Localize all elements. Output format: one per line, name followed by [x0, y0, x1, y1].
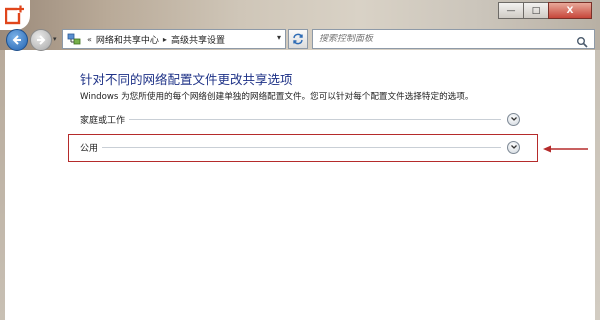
- address-bar[interactable]: « 网络和共享中心 ▸ 高级共享设置 ▾: [62, 29, 286, 49]
- search-icon[interactable]: [576, 33, 588, 52]
- page-title: 针对不同的网络配置文件更改共享选项: [80, 72, 293, 87]
- section-public[interactable]: 公用: [80, 139, 520, 155]
- search-box[interactable]: [312, 29, 595, 49]
- minimize-button[interactable]: —: [498, 2, 524, 19]
- chevron-down-icon: [510, 145, 517, 149]
- breadcrumb-overflow[interactable]: «: [87, 35, 92, 44]
- back-button[interactable]: [6, 29, 28, 51]
- network-sharing-icon: [65, 30, 83, 48]
- breadcrumb-network-center[interactable]: 网络和共享中心: [96, 33, 159, 46]
- app-logo-icon: [0, 0, 30, 30]
- page-description: Windows 为您所使用的每个网络创建单独的网络配置文件。您可以针对每个配置文…: [80, 92, 474, 102]
- section-home-work[interactable]: 家庭或工作: [80, 111, 520, 127]
- section-home-work-label: 家庭或工作: [80, 115, 126, 126]
- section-divider: [129, 118, 501, 120]
- window-controls: — □ X: [498, 2, 592, 19]
- content-pane: 针对不同的网络配置文件更改共享选项 Windows 为您所使用的每个网络创建单独…: [5, 52, 595, 320]
- address-dropdown-icon[interactable]: ▾: [277, 33, 281, 42]
- breadcrumb-separator[interactable]: ▸: [163, 35, 167, 44]
- breadcrumb-advanced-sharing[interactable]: 高级共享设置: [171, 33, 225, 46]
- back-arrow-icon: [12, 35, 21, 45]
- forward-button[interactable]: [30, 29, 52, 51]
- section-public-label: 公用: [80, 143, 99, 154]
- recent-pages-dropdown[interactable]: ▾: [53, 35, 57, 43]
- window-frame-right: [595, 50, 600, 320]
- expand-public-button[interactable]: [507, 140, 520, 154]
- expand-home-work-button[interactable]: [507, 112, 520, 126]
- red-arrow-annotation: [543, 145, 588, 153]
- refresh-button[interactable]: [288, 29, 308, 49]
- maximize-button[interactable]: □: [523, 2, 549, 19]
- chevron-down-icon: [510, 117, 517, 121]
- explorer-window: — □ X ▾ « 网络和共享中心 ▸ 高级共享设置 ▾ 搜索控制面板 针对不同…: [0, 0, 600, 320]
- forward-arrow-icon: [37, 35, 46, 45]
- section-divider: [102, 146, 501, 148]
- search-input[interactable]: [319, 34, 559, 44]
- refresh-icon: [293, 33, 303, 45]
- close-button[interactable]: X: [548, 2, 592, 19]
